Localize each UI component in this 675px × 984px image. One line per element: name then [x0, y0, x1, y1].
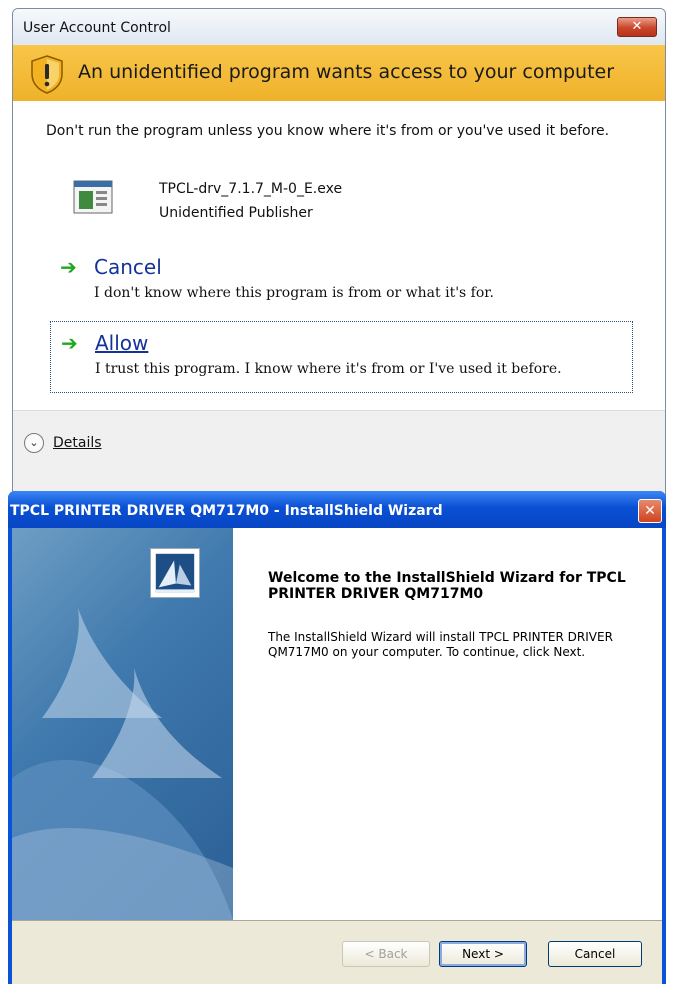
cancel-button[interactable]: Cancel: [548, 941, 642, 967]
uac-dialog: User Account Control ✕ An unidentified p…: [12, 8, 666, 532]
arrow-right-icon: ➔: [60, 255, 77, 279]
program-name: TPCL-drv_7.1.7_M-0_E.exe: [159, 181, 343, 197]
wizard-window-title: TPCL PRINTER DRIVER QM717M0 - InstallShi…: [10, 503, 443, 519]
wizard-body: Welcome to the InstallShield Wizard for …: [12, 528, 662, 984]
wizard-button-bar: < Back Next > Cancel: [12, 920, 662, 984]
uac-window-title: User Account Control: [23, 20, 171, 36]
wizard-close-button[interactable]: ✕: [638, 499, 662, 523]
uac-titlebar[interactable]: User Account Control ✕: [13, 9, 665, 45]
arrow-right-icon: ➔: [61, 331, 78, 355]
uac-cancel-title: Cancel: [94, 255, 162, 279]
installshield-logo-icon: [150, 548, 200, 598]
uac-banner: An unidentified program wants access to …: [13, 45, 665, 101]
wizard-titlebar[interactable]: TPCL PRINTER DRIVER QM717M0 - InstallShi…: [8, 491, 666, 528]
program-publisher: Unidentified Publisher: [159, 205, 313, 221]
uac-cancel-description: I don't know where this program is from …: [94, 285, 494, 301]
chevron-down-icon[interactable]: ⌄: [24, 433, 44, 453]
uac-cancel-option[interactable]: ➔ Cancel I don't know where this program…: [50, 246, 633, 318]
wizard-side-panel: [12, 528, 233, 920]
wizard-content: Welcome to the InstallShield Wizard for …: [233, 528, 662, 920]
back-button[interactable]: < Back: [342, 941, 430, 967]
next-button[interactable]: Next >: [439, 941, 527, 967]
uac-allow-description: I trust this program. I know where it's …: [95, 361, 562, 377]
wizard-heading: Welcome to the InstallShield Wizard for …: [268, 570, 626, 602]
wizard-description: The InstallShield Wizard will install TP…: [268, 630, 613, 659]
shield-warning-icon: [31, 55, 63, 94]
program-icon: [73, 180, 113, 214]
installshield-wizard-window: TPCL PRINTER DRIVER QM717M0 - InstallShi…: [8, 491, 666, 984]
uac-close-button[interactable]: ✕: [617, 17, 657, 37]
uac-allow-option[interactable]: ➔ Allow I trust this program. I know whe…: [50, 321, 633, 393]
uac-allow-title: Allow: [95, 331, 149, 355]
details-toggle[interactable]: Details: [53, 435, 102, 451]
uac-heading: An unidentified program wants access to …: [78, 61, 615, 83]
uac-warning-text: Don't run the program unless you know wh…: [46, 123, 610, 139]
